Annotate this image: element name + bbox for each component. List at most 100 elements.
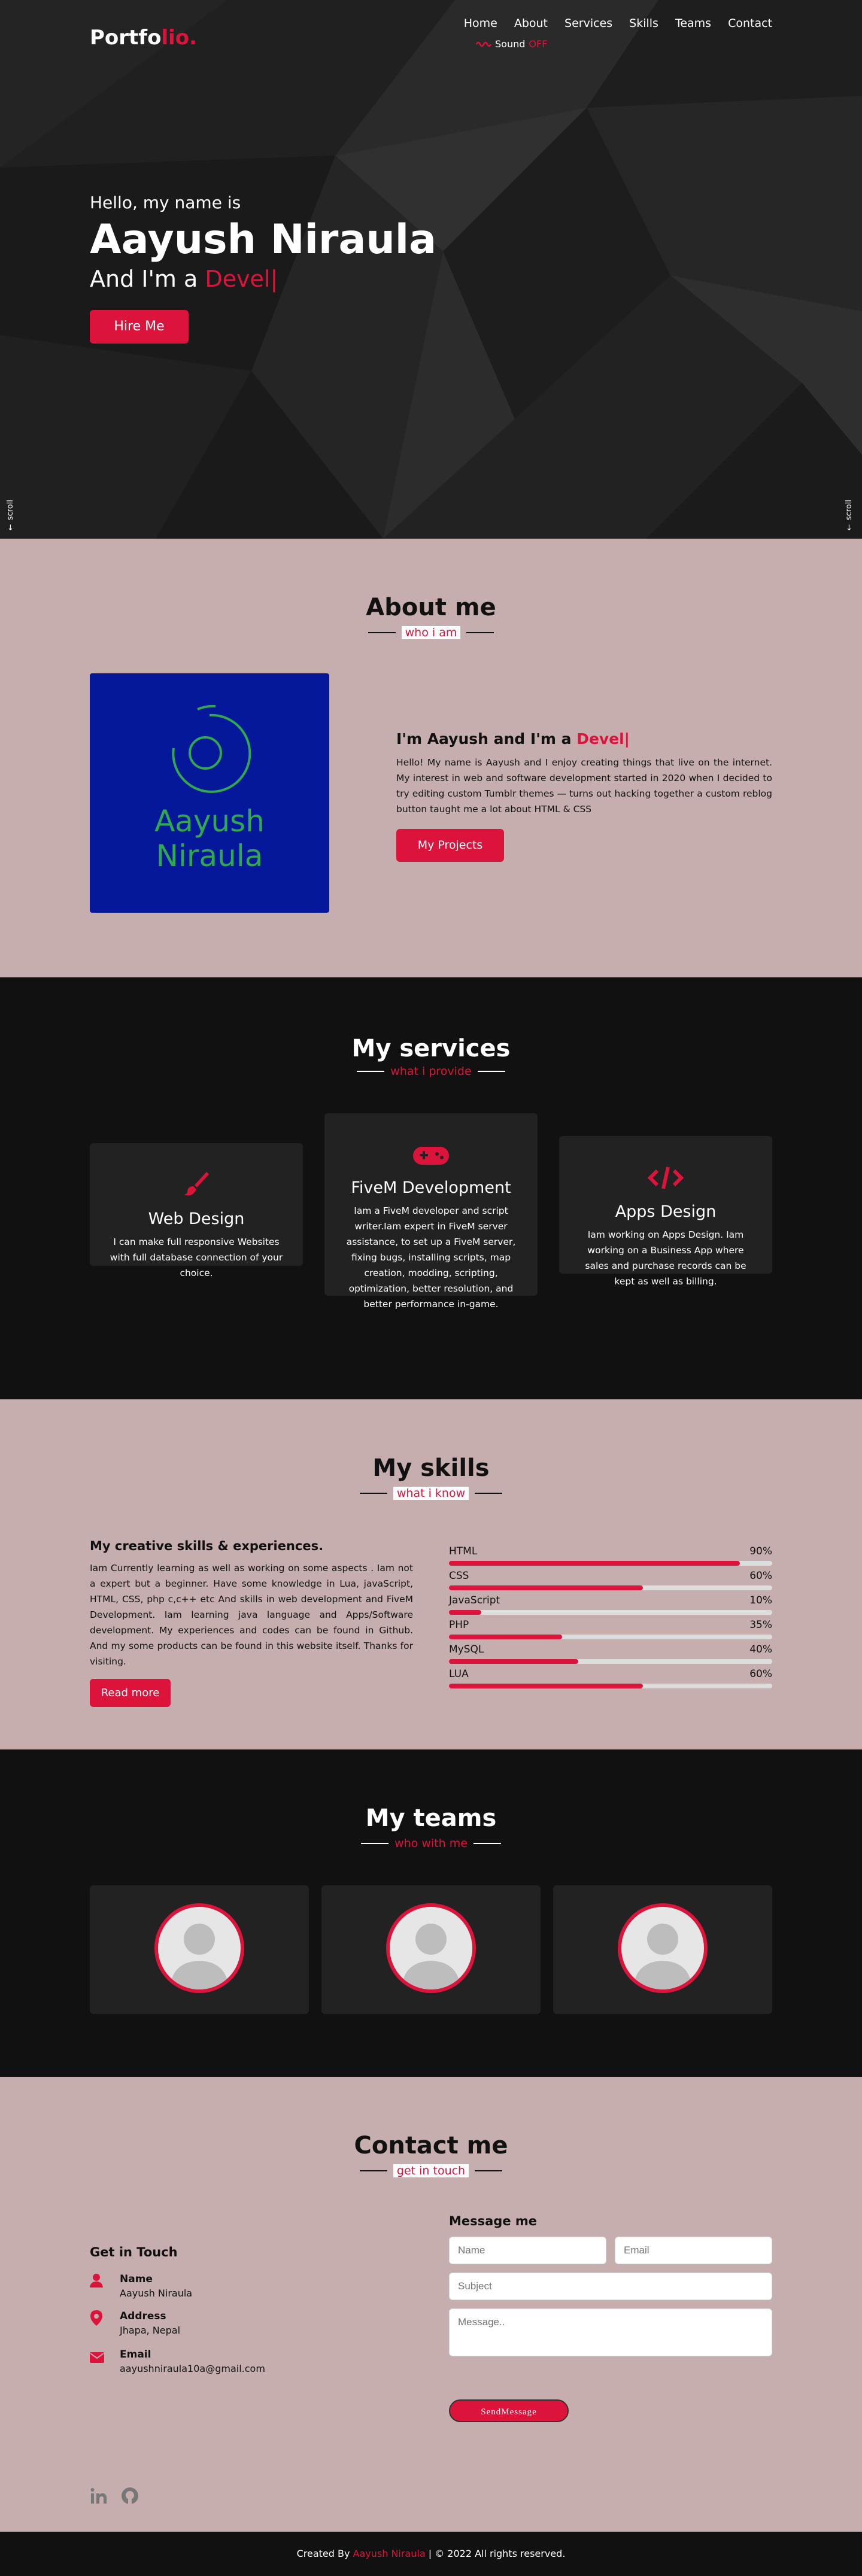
hero-name: Aayush Niraula <box>90 216 436 263</box>
team-card[interactable] <box>321 1885 541 2014</box>
contact-item-heading: Name <box>120 2273 153 2285</box>
message-field[interactable] <box>449 2308 772 2356</box>
skill-track <box>449 1610 772 1615</box>
services-section: My services what i provide Web Design I … <box>0 977 862 1399</box>
hero-text: Hello, my name is Aayush Niraula And I'm… <box>90 193 436 292</box>
teams-title: My teams <box>365 1805 497 1832</box>
envelope-icon <box>90 2349 104 2374</box>
avatar <box>154 1903 244 1993</box>
github-icon[interactable] <box>121 2487 139 2509</box>
team-card[interactable] <box>90 1885 309 2014</box>
contact-subtitle: get in touch <box>0 2164 862 2177</box>
skill-percent: 60% <box>749 1570 772 1582</box>
profile-first-name: Aayush <box>154 804 265 839</box>
team-card[interactable] <box>553 1885 772 2014</box>
divider <box>359 2170 387 2171</box>
skill-track <box>449 1684 772 1688</box>
read-more-button[interactable]: Read more <box>90 1679 171 1707</box>
skill-percent: 60% <box>749 1668 772 1680</box>
logo-ring-icon <box>172 704 251 793</box>
skill-percent: 35% <box>749 1619 772 1631</box>
skill-name: CSS <box>449 1570 469 1582</box>
skill-name: LUA <box>449 1668 469 1680</box>
site-logo[interactable]: Portfolio. <box>90 26 197 50</box>
nav-teams[interactable]: Teams <box>675 17 711 30</box>
linkedin-icon[interactable] <box>90 2487 108 2509</box>
footer: Created By Aayush Niraula | © 2022 All r… <box>0 2532 862 2576</box>
contact-item-heading: Email <box>120 2349 151 2361</box>
contact-name: Name Aayush Niraula <box>90 2273 192 2299</box>
service-text: I can make full responsive Websites with… <box>110 1237 283 1278</box>
nav-skills[interactable]: Skills <box>629 17 658 30</box>
about-info: I'm Aayush and I'm a Devel| Hello! My na… <box>396 730 772 862</box>
nav-menu: Home About Services Skills Teams Contact <box>464 17 772 30</box>
contact-section: Contact me get in touch Get in Touch Nam… <box>0 2077 862 2532</box>
teams-subtitle: who with me <box>0 1837 862 1850</box>
sound-toggle[interactable]: Sound OFF <box>476 38 547 50</box>
arrow-down-icon: ↓ <box>846 524 852 533</box>
service-card-apps-design[interactable]: Apps Design Iam working on Apps Design. … <box>559 1136 772 1287</box>
paintbrush-icon <box>107 1169 286 1204</box>
divider <box>473 1843 501 1844</box>
divider <box>357 1071 385 1072</box>
skill-track <box>449 1585 772 1590</box>
send-message-button[interactable]: SendMessage <box>449 2399 569 2422</box>
skill-percent: 40% <box>749 1644 772 1655</box>
service-card-fivem-development[interactable]: FiveM Development Iam a FiveM developer … <box>324 1113 538 1310</box>
skills-paragraph: Iam Currently learning as well as workin… <box>90 1563 413 1667</box>
contact-item-heading: Address <box>120 2310 166 2322</box>
nav-services[interactable]: Services <box>564 17 612 30</box>
name-field[interactable] <box>449 2237 606 2264</box>
nav-home[interactable]: Home <box>464 17 497 30</box>
subject-field[interactable] <box>449 2273 772 2300</box>
services-title: My services <box>351 1035 511 1062</box>
service-card-web-design[interactable]: Web Design I can make full responsive We… <box>90 1143 303 1278</box>
services-subtitle-text: what i provide <box>390 1065 472 1078</box>
skill-fill <box>449 1561 740 1566</box>
services-subtitle: what i provide <box>0 1065 862 1078</box>
arrow-down-icon: ↓ <box>7 524 14 533</box>
divider <box>368 632 396 633</box>
about-subtitle-text: who i am <box>401 626 461 639</box>
user-icon <box>90 2273 103 2299</box>
skill-name: HTML <box>449 1545 478 1557</box>
email-field[interactable] <box>615 2237 772 2264</box>
contact-address: Address Jhapa, Nepal <box>90 2310 180 2336</box>
skill-fill <box>449 1659 578 1664</box>
about-paragraph: Hello! My name is Aayush and I enjoy cre… <box>396 757 772 815</box>
footer-prefix: Created By <box>296 2548 353 2559</box>
teams-section: My teams who with me <box>0 1749 862 2077</box>
nav-contact[interactable]: Contact <box>728 17 772 30</box>
map-pin-icon <box>90 2310 103 2336</box>
skills-section: My skills what i know My creative skills… <box>0 1399 862 1749</box>
my-projects-button[interactable]: My Projects <box>396 829 504 862</box>
divider <box>361 1843 389 1844</box>
skill-bar-row: PHP 35% <box>449 1619 772 1644</box>
skill-bar-row: LUA 60% <box>449 1668 772 1693</box>
message-me-heading: Message me <box>449 2214 538 2228</box>
scroll-label-left: scroll <box>6 499 15 520</box>
gamepad-icon <box>341 1142 521 1172</box>
contact-item-value[interactable]: aayushniraula10a@gmail.com <box>120 2363 265 2374</box>
skills-subtitle: what i know <box>0 1487 862 1500</box>
teams-subtitle-text: who with me <box>394 1837 468 1850</box>
hire-me-button[interactable]: Hire Me <box>90 310 189 344</box>
skill-name: JavaScript <box>449 1594 500 1606</box>
service-title: FiveM Development <box>351 1178 511 1197</box>
divider <box>477 1071 505 1072</box>
avatar <box>386 1903 476 1993</box>
skill-name: PHP <box>449 1619 469 1631</box>
footer-author-link[interactable]: Aayush Niraula <box>353 2548 426 2559</box>
scroll-hint-right[interactable]: scroll ↓ <box>845 500 854 533</box>
skill-percent: 90% <box>749 1545 772 1557</box>
skill-fill <box>449 1610 481 1615</box>
about-heading: I'm Aayush and I'm a Devel| <box>396 730 772 748</box>
nav-about[interactable]: About <box>514 17 548 30</box>
contact-email: Email aayushniraula10a@gmail.com <box>90 2349 265 2374</box>
service-text: Iam a FiveM developer and script writer.… <box>346 1205 516 1310</box>
divider <box>359 1493 387 1494</box>
hero-role: And I'm a Devel| <box>90 266 436 292</box>
skill-bars: HTML 90% CSS 60% JavaScript 10% PHP 35% MySQL 40%… <box>449 1545 772 1693</box>
scroll-hint-left[interactable]: scroll ↓ <box>6 500 15 533</box>
contact-title: Contact me <box>354 2132 508 2159</box>
